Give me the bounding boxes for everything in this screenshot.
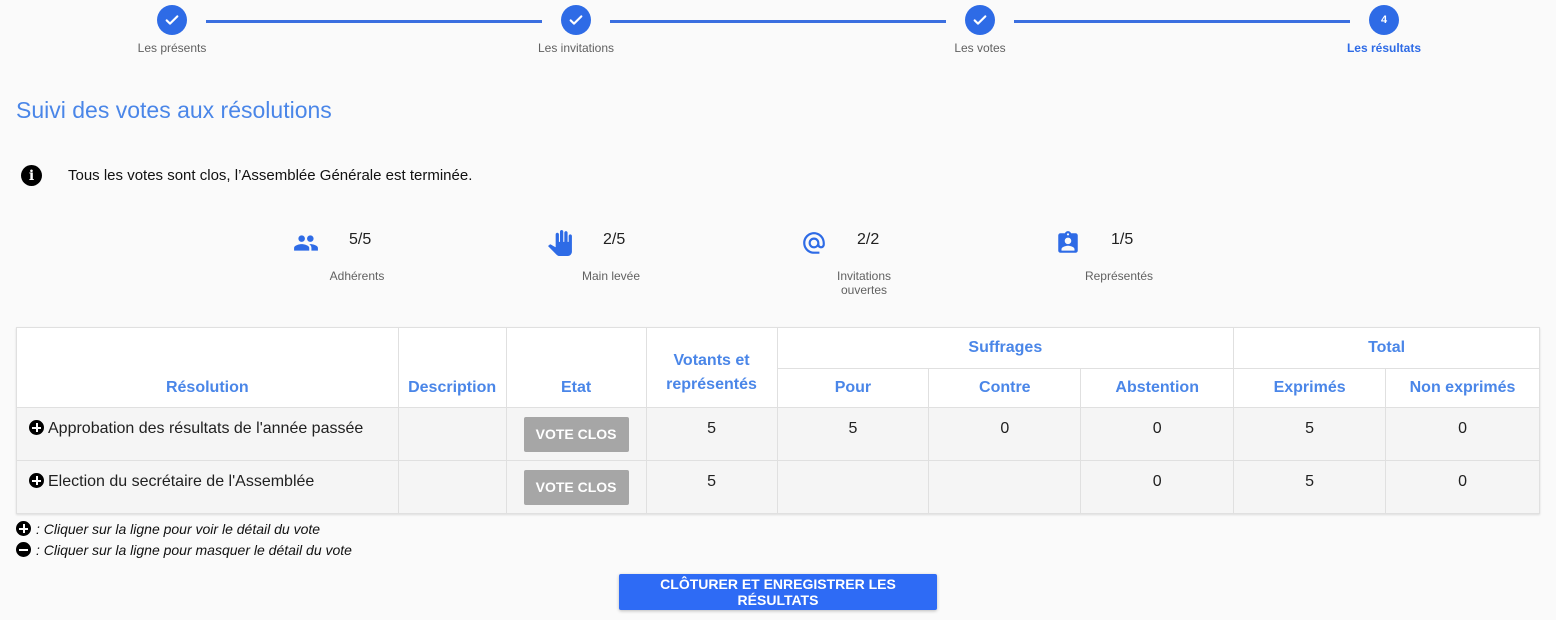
step-resultats[interactable]: 4 Les résultats (1304, 5, 1464, 55)
step-label: Les votes (954, 41, 1006, 55)
at-sign-icon (803, 232, 825, 254)
check-icon (965, 5, 995, 35)
state-cell: VOTE CLOS (505, 460, 647, 514)
raised-hand-icon (548, 230, 572, 256)
stat-label: Main levée (581, 269, 641, 283)
pour-cell: 5 (776, 407, 930, 461)
step-label: Les présents (137, 41, 207, 55)
stat-value: 2/2 (857, 231, 880, 248)
header-pour: Pour (776, 368, 930, 408)
legend-collapse: : Cliquer sur la ligne pour masquer le d… (16, 539, 352, 560)
minus-circle-icon (16, 542, 31, 557)
step-connector (610, 20, 946, 23)
contre-cell (928, 460, 1082, 514)
plus-circle-icon (16, 521, 31, 536)
people-icon (294, 235, 318, 251)
stat-label: Adhérents (329, 269, 385, 283)
info-message: Tous les votes sont clos, l’Assemblée Gé… (68, 167, 473, 184)
description-cell (397, 407, 507, 461)
description-cell (397, 460, 507, 514)
votants-cell: 5 (645, 460, 778, 514)
step-label: Les invitations (537, 41, 615, 55)
vote-clos-button[interactable]: VOTE CLOS (523, 470, 629, 505)
stat-value: 2/5 (603, 231, 626, 248)
contre-cell: 0 (928, 407, 1082, 461)
step-votes[interactable]: Les votes (900, 5, 1060, 55)
header-suffrages: Suffrages (776, 327, 1235, 369)
stat-value: 5/5 (349, 231, 372, 248)
expand-icon[interactable] (29, 420, 44, 435)
table-row[interactable]: Approbation des résultats de l'année pas… (16, 407, 1540, 461)
pour-cell (776, 460, 930, 514)
step-presents[interactable]: Les présents (92, 5, 252, 55)
step-connector (1014, 20, 1350, 23)
info-icon: i (21, 165, 42, 186)
non-exprimes-cell: 0 (1385, 407, 1540, 461)
stat-label: Invitations ouvertes (836, 269, 892, 297)
page-title: Suivi des votes aux résolutions (16, 97, 332, 123)
results-table: Résolution Description Etat Votants et r… (16, 327, 1540, 514)
exprimes-cell: 5 (1233, 407, 1387, 461)
step-invitations[interactable]: Les invitations (496, 5, 656, 55)
header-exprimes: Exprimés (1233, 368, 1387, 408)
header-non-exprimes: Non exprimés (1385, 368, 1540, 408)
exprimes-cell: 5 (1233, 460, 1387, 514)
votants-cell: 5 (645, 407, 778, 461)
non-exprimes-cell: 0 (1385, 460, 1540, 514)
check-icon (561, 5, 591, 35)
stepper: Les présents Les invitations Les votes 4… (0, 0, 1556, 60)
header-votants: Votants et représentés (645, 327, 778, 408)
header-resolution: Résolution (16, 327, 399, 408)
abstention-cell: 0 (1080, 407, 1235, 461)
resolution-name: Election du secrétaire de l'Assemblée (48, 473, 315, 490)
legend-expand-text: : Cliquer sur la ligne pour voir le déta… (36, 520, 321, 537)
header-description: Description (397, 327, 507, 408)
stat-value: 1/5 (1111, 231, 1134, 248)
step-number: 4 (1369, 5, 1399, 35)
expand-icon[interactable] (29, 473, 44, 488)
check-icon (157, 5, 187, 35)
vote-clos-button[interactable]: VOTE CLOS (523, 417, 629, 452)
resolution-cell: Approbation des résultats de l'année pas… (16, 407, 399, 461)
legend-collapse-text: : Cliquer sur la ligne pour masquer le d… (36, 541, 352, 558)
header-total: Total (1233, 327, 1540, 369)
legend-expand: : Cliquer sur la ligne pour voir le déta… (16, 518, 352, 539)
header-abstention: Abstention (1080, 368, 1235, 408)
legend: : Cliquer sur la ligne pour voir le déta… (16, 518, 352, 560)
assignment-ind-icon (1058, 231, 1078, 253)
state-cell: VOTE CLOS (505, 407, 647, 461)
stat-label: Représentés (1084, 269, 1154, 283)
table-row[interactable]: Election du secrétaire de l'Assemblée VO… (16, 460, 1540, 514)
resolution-name: Approbation des résultats de l'année pas… (48, 420, 364, 437)
close-and-save-button[interactable]: Clôturer et enregistrer les résultats (619, 574, 937, 610)
step-label: Les résultats (1346, 41, 1422, 55)
header-contre: Contre (928, 368, 1082, 408)
info-banner: i Tous les votes sont clos, l’Assemblée … (21, 165, 472, 186)
step-connector (206, 20, 542, 23)
header-etat: Etat (505, 327, 647, 408)
abstention-cell: 0 (1080, 460, 1235, 514)
resolution-cell: Election du secrétaire de l'Assemblée (16, 460, 399, 514)
